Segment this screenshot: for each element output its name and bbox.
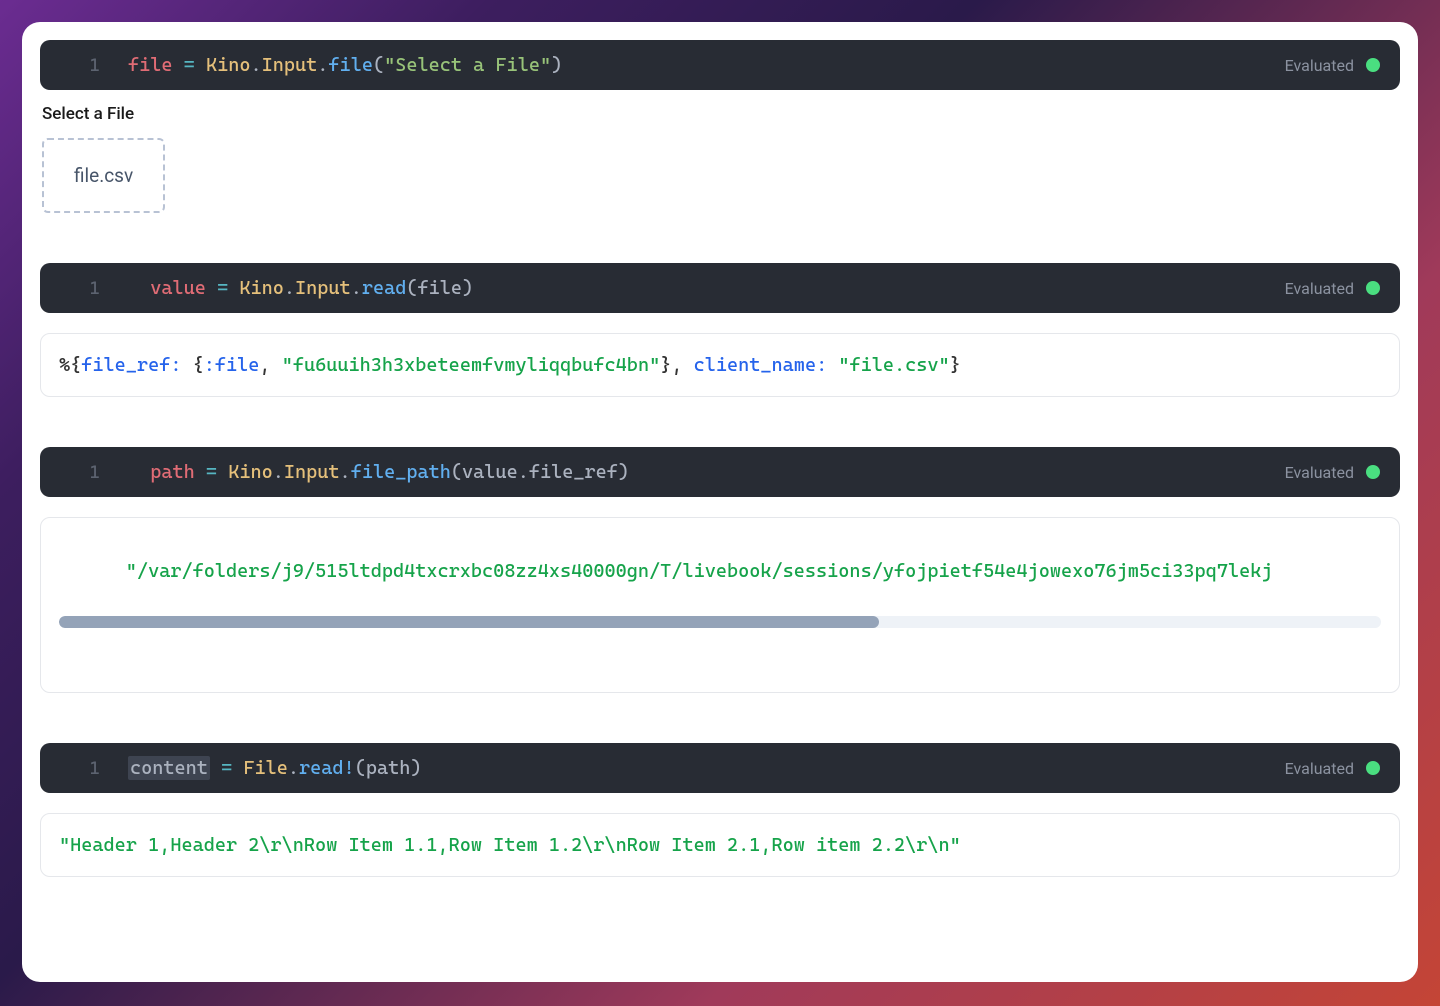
status-indicator-icon [1366,58,1380,72]
code-content: path = Kino.Input.file_path(value.file_r… [128,461,1285,483]
file-input-widget: Select a File file.csv [40,90,1400,213]
cell-status: Evaluated [1285,759,1380,778]
line-number: 1 [60,758,100,779]
status-label: Evaluated [1285,759,1354,778]
line-number: 1 [60,278,100,299]
scrollbar-thumb[interactable] [59,616,879,628]
notebook: 1 file = Kino.Input.file("Select a File"… [22,22,1418,982]
horizontal-scrollbar[interactable] [59,616,1381,628]
status-indicator-icon [1366,465,1380,479]
code-editor[interactable]: 1 file = Kino.Input.file("Select a File"… [40,40,1400,90]
cell-output: %{file_ref: {:file, "fu6uuih3h3xbeteemfv… [40,333,1400,397]
code-content: file = Kino.Input.file("Select a File") [128,54,1285,76]
cell-status: Evaluated [1285,279,1380,298]
status-label: Evaluated [1285,56,1354,75]
code-cell: 1 value = Kino.Input.read(file) Evaluate… [40,263,1400,397]
selected-file-name: file.csv [74,164,133,187]
code-cell: 1 path = Kino.Input.file_path(value.file… [40,447,1400,693]
code-content: content = File.read!(path) [128,757,1285,779]
status-label: Evaluated [1285,463,1354,482]
input-label: Select a File [42,104,1400,124]
code-editor[interactable]: 1 value = Kino.Input.read(file) Evaluate… [40,263,1400,313]
line-number: 1 [60,462,100,483]
code-content: value = Kino.Input.read(file) [128,277,1285,299]
status-label: Evaluated [1285,279,1354,298]
cell-status: Evaluated [1285,463,1380,482]
output-string: "Header 1,Header 2\r\nRow Item 1.1,Row I… [59,834,961,856]
code-cell: 1 content = File.read!(path) Evaluated "… [40,743,1400,877]
code-cell: 1 file = Kino.Input.file("Select a File"… [40,40,1400,213]
output-string: "/var/folders/j9/515ltdpd4txcrxbc08zz4xs… [126,560,1273,582]
line-number: 1 [60,55,100,76]
file-dropzone[interactable]: file.csv [42,138,165,213]
status-indicator-icon [1366,761,1380,775]
status-indicator-icon [1366,281,1380,295]
code-editor[interactable]: 1 path = Kino.Input.file_path(value.file… [40,447,1400,497]
cell-output: "/var/folders/j9/515ltdpd4txcrxbc08zz4xs… [40,517,1400,693]
cell-status: Evaluated [1285,56,1380,75]
cell-output: "Header 1,Header 2\r\nRow Item 1.1,Row I… [40,813,1400,877]
code-editor[interactable]: 1 content = File.read!(path) Evaluated [40,743,1400,793]
